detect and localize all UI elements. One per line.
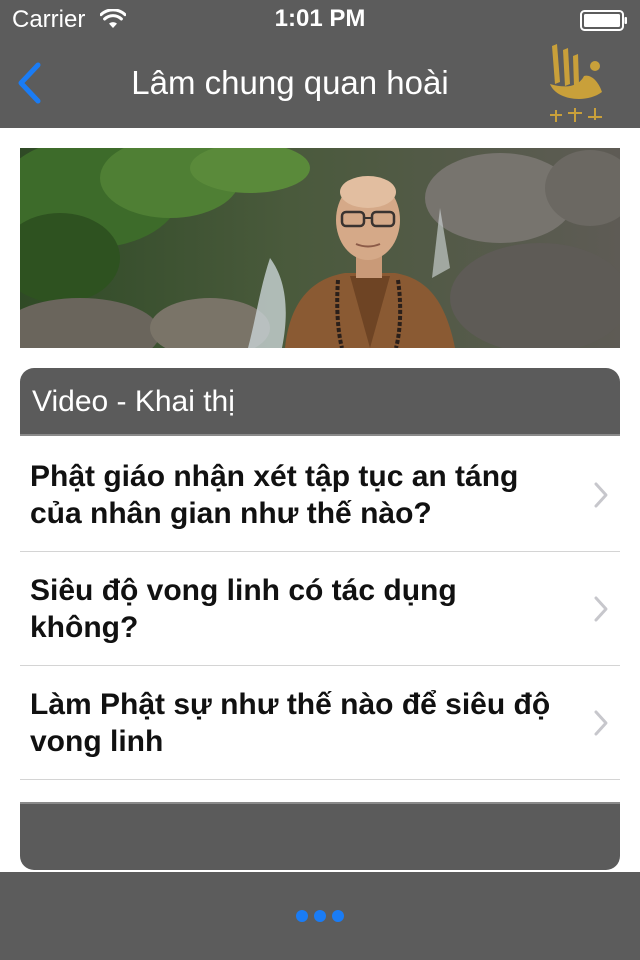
list-item-label: Làm Phật sự như thế nào để siêu độ vong … bbox=[30, 688, 551, 758]
back-button[interactable] bbox=[6, 52, 60, 112]
dharma-drum-mountain-logo-icon bbox=[550, 44, 602, 122]
navigation-bar: Lâm chung quan hoài bbox=[0, 40, 640, 128]
chevron-right-icon bbox=[594, 596, 608, 622]
status-time: 1:01 PM bbox=[274, 5, 366, 32]
banner-photo bbox=[20, 148, 620, 348]
header: Carrier 1:01 PM Lâm chung quan hoài bbox=[0, 0, 640, 128]
more-dot-icon bbox=[296, 910, 308, 922]
more-dot-icon bbox=[332, 910, 344, 922]
bottom-toolbar bbox=[0, 872, 640, 960]
video-list: Phật giáo nhận xét tập tục an táng của n… bbox=[20, 438, 620, 780]
more-button[interactable] bbox=[288, 902, 352, 930]
battery-icon bbox=[580, 10, 627, 31]
list-item[interactable]: Phật giáo nhận xét tập tục an táng của n… bbox=[20, 438, 620, 552]
list-item[interactable]: Siêu độ vong linh có tác dụng không? bbox=[20, 552, 620, 666]
status-bar: Carrier 1:01 PM bbox=[0, 0, 640, 40]
list-item[interactable]: Làm Phật sự như thế nào để siêu độ vong … bbox=[20, 666, 620, 780]
chevron-left-icon bbox=[18, 62, 41, 104]
more-dot-icon bbox=[314, 910, 326, 922]
section-title: Video - Khai thị bbox=[32, 385, 235, 418]
chevron-right-icon bbox=[594, 482, 608, 508]
list-item-label: Phật giáo nhận xét tập tục an táng của n… bbox=[30, 460, 519, 530]
video-section-footer bbox=[20, 802, 620, 870]
list-item-label: Siêu độ vong linh có tác dụng không? bbox=[30, 574, 457, 644]
page-title: Lâm chung quan hoài bbox=[131, 64, 449, 101]
video-section-header: Video - Khai thị bbox=[20, 368, 620, 436]
chevron-right-icon bbox=[594, 710, 608, 736]
monk-portrait-photo-icon bbox=[20, 148, 620, 348]
